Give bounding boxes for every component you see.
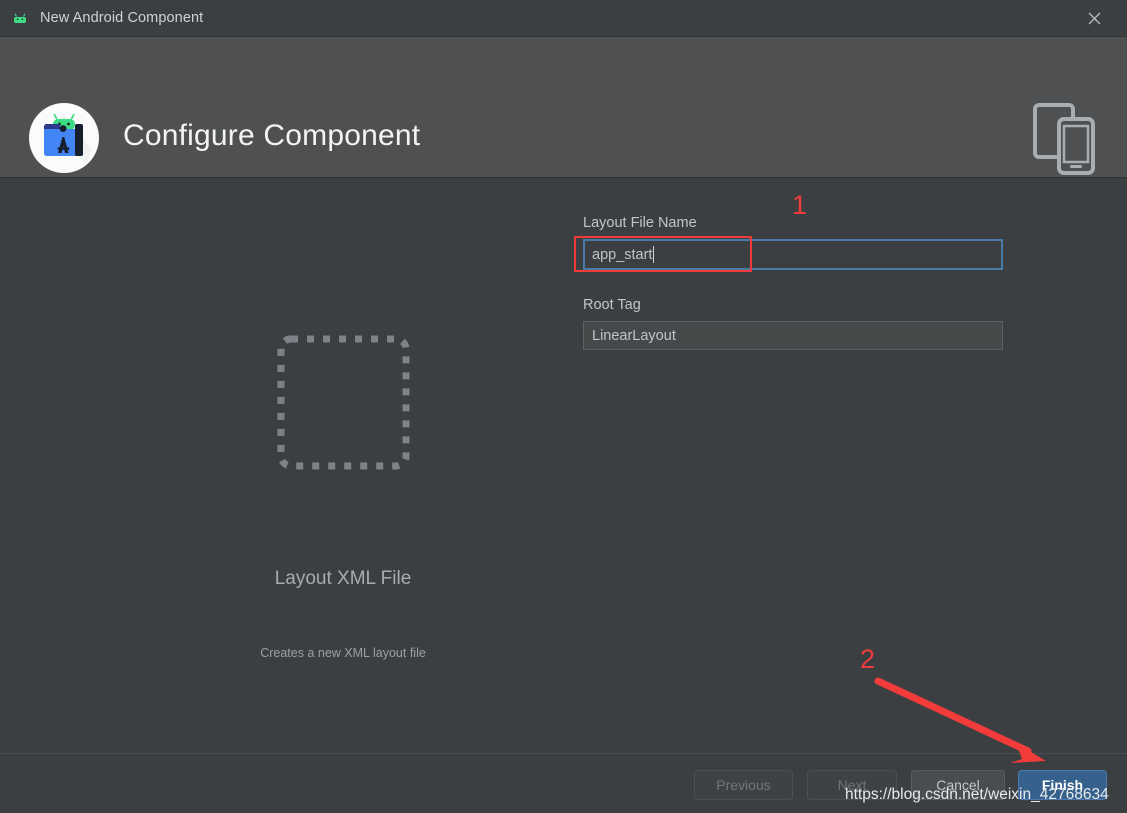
window-title-bar: New Android Component xyxy=(0,0,1127,37)
dialog-footer: Previous Next Cancel Finish xyxy=(0,753,1127,813)
previous-button[interactable]: Previous xyxy=(694,770,793,800)
root-tag-value: LinearLayout xyxy=(592,327,676,344)
watermark-text: https://blog.csdn.net/weixin_42768634 xyxy=(845,786,1109,803)
page-title: Configure Component xyxy=(123,119,421,152)
tablet-phone-icon xyxy=(1031,99,1101,177)
root-tag-input[interactable]: LinearLayout xyxy=(583,321,1003,350)
dialog-header: Configure Component xyxy=(0,37,1127,178)
new-android-component-dialog: New Android Component Configure Componen… xyxy=(0,0,1127,813)
root-tag-label: Root Tag xyxy=(583,297,641,313)
window-title: New Android Component xyxy=(40,10,204,26)
annotation-highlight-rect xyxy=(574,236,752,272)
dashed-square-icon xyxy=(277,335,410,470)
annotation-marker-1: 1 xyxy=(792,190,808,220)
close-icon[interactable] xyxy=(1061,0,1127,37)
android-head-icon xyxy=(10,8,30,28)
root-tag-row: Root Tag LinearLayout xyxy=(583,297,1003,350)
android-studio-logo-icon xyxy=(28,102,100,174)
template-title: Layout XML File xyxy=(274,568,412,589)
dialog-body: Layout XML File Creates a new XML layout… xyxy=(0,179,1127,753)
annotation-marker-2: 2 xyxy=(860,644,876,674)
template-description: Creates a new XML layout file xyxy=(260,646,426,660)
